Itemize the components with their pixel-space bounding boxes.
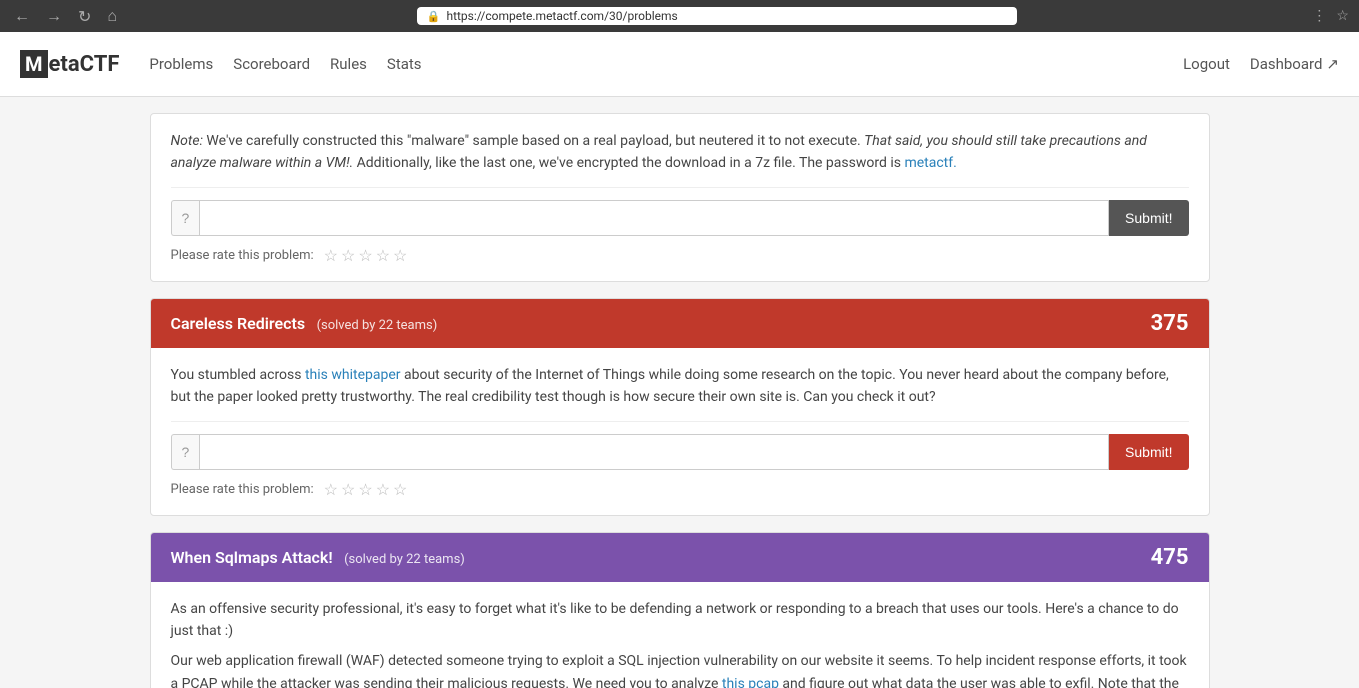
flag-hint-btn-note[interactable]: ? [171,200,200,236]
flag-input-note[interactable] [199,200,1109,236]
careless-redirects-solved: (solved by 22 teams) [317,318,438,333]
sqlmap-body: As an offensive security professional, i… [151,582,1209,688]
sqlmap-header: When Sqlmaps Attack! (solved by 22 teams… [151,533,1209,582]
note-label: Note: [171,133,203,149]
star-c5[interactable]: ☆ [393,480,407,499]
careless-redirects-card: Careless Redirects (solved by 22 teams) … [150,298,1210,516]
browser-right-icons: ⋮ ☆ [1312,8,1349,24]
note-divider [171,187,1189,188]
careless-redirects-points: 375 [1151,311,1189,336]
note-link[interactable]: metactf. [904,155,956,171]
sqlmap-solved: (solved by 22 teams) [344,552,465,567]
forward-btn[interactable]: → [42,4,66,28]
submit-btn-note[interactable]: Submit! [1109,200,1188,236]
dashboard-link[interactable]: Dashboard ↗ [1250,55,1339,73]
careless-redirects-header: Careless Redirects (solved by 22 teams) … [151,299,1209,348]
rate-label-careless: Please rate this problem: [171,482,314,497]
careless-divider [171,421,1189,422]
star-1[interactable]: ☆ [324,246,338,265]
note-body-text: We've carefully constructed this "malwar… [206,133,864,149]
lock-icon: 🔒 [427,10,441,23]
star-rating-note: Please rate this problem: ☆ ☆ ☆ ☆ ☆ [171,246,1189,265]
note-card: Note: We've carefully constructed this "… [150,113,1210,282]
back-btn[interactable]: ← [10,4,34,28]
dashboard-label: Dashboard [1250,55,1323,73]
stars-careless[interactable]: ☆ ☆ ☆ ☆ ☆ [324,480,408,499]
star-c2[interactable]: ☆ [341,480,355,499]
submit-btn-careless[interactable]: Submit! [1109,434,1188,470]
flag-input-row-careless: ? Submit! [171,434,1189,470]
nav-rules[interactable]: Rules [330,50,367,78]
rate-label-note: Please rate this problem: [171,248,314,263]
sqlmap-points: 475 [1151,545,1189,570]
bookmark-icon[interactable]: ☆ [1336,8,1349,24]
logout-link[interactable]: Logout [1183,55,1230,73]
browser-chrome: ← → ↻ ⌂ 🔒 https://compete.metactf.com/30… [0,0,1359,32]
nav-links: Problems Scoreboard Rules Stats [149,50,1183,78]
sqlmap-card: When Sqlmaps Attack! (solved by 22 teams… [150,532,1210,688]
site-logo: M etaCTF [20,50,119,78]
extensions-icon[interactable]: ⋮ [1312,8,1326,24]
star-c1[interactable]: ☆ [324,480,338,499]
flag-input-careless[interactable] [199,434,1109,470]
note-body-text2: Additionally, like the last one, we've e… [357,155,905,171]
star-5[interactable]: ☆ [393,246,407,265]
logo-m: M [20,50,48,78]
nav-stats[interactable]: Stats [387,50,422,78]
careless-redirects-title-group: Careless Redirects (solved by 22 teams) [171,314,438,333]
main-content: Note: We've carefully constructed this "… [130,113,1230,688]
url-text: https://compete.metactf.com/30/problems [446,9,677,23]
star-c3[interactable]: ☆ [358,480,372,499]
home-btn[interactable]: ⌂ [103,4,121,28]
star-3[interactable]: ☆ [358,246,372,265]
star-c4[interactable]: ☆ [376,480,390,499]
sqlmap-text1: As an offensive security professional, i… [171,598,1189,643]
external-link-icon: ↗ [1326,55,1339,73]
star-4[interactable]: ☆ [376,246,390,265]
sqlmap-title: When Sqlmaps Attack! [171,548,333,567]
page-scroll: Note: We've carefully constructed this "… [0,97,1359,688]
this-whitepaper-link[interactable]: this whitepaper [305,367,401,383]
sqlmap-title-group: When Sqlmaps Attack! (solved by 22 teams… [171,548,465,567]
careless-body-before: You stumbled across [171,367,305,383]
star-2[interactable]: ☆ [341,246,355,265]
careless-redirects-title: Careless Redirects [171,314,306,333]
flag-input-row-note: ? Submit! [171,200,1189,236]
nav-right: Logout Dashboard ↗ [1183,55,1339,73]
this-pcap-link[interactable]: this pcap [722,676,779,688]
nav-scoreboard[interactable]: Scoreboard [233,50,310,78]
sqlmap-text2: Our web application firewall (WAF) detec… [171,650,1189,688]
careless-redirects-text: You stumbled across this whitepaper abou… [171,364,1189,409]
reload-btn[interactable]: ↻ [74,5,95,28]
site-nav: M etaCTF Problems Scoreboard Rules Stats… [0,32,1359,97]
careless-redirects-body: You stumbled across this whitepaper abou… [151,348,1209,515]
address-bar[interactable]: 🔒 https://compete.metactf.com/30/problem… [417,7,1017,25]
note-card-body: Note: We've carefully constructed this "… [151,114,1209,281]
logo-text: etaCTF [49,52,120,77]
flag-hint-btn-careless[interactable]: ? [171,434,200,470]
star-rating-careless: Please rate this problem: ☆ ☆ ☆ ☆ ☆ [171,480,1189,499]
nav-problems[interactable]: Problems [149,50,213,78]
stars-note[interactable]: ☆ ☆ ☆ ☆ ☆ [324,246,408,265]
note-text: Note: We've carefully constructed this "… [171,130,1189,175]
